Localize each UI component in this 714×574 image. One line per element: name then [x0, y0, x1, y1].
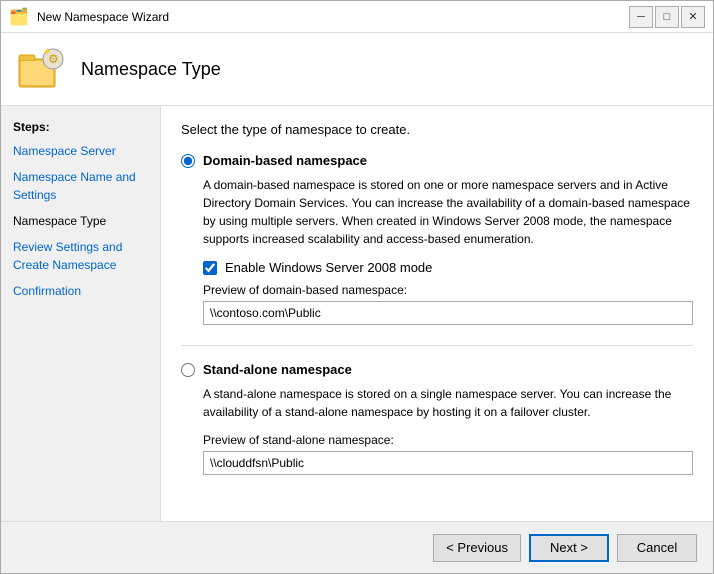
standalone-preview-label: Preview of stand-alone namespace: [203, 433, 693, 447]
instruction-text: Select the type of namespace to create. [181, 122, 693, 137]
domain-option-group: Domain-based namespace A domain-based na… [181, 153, 693, 325]
wizard-icon: ⚙ ✦ [17, 45, 65, 93]
sidebar-item-review-settings[interactable]: Review Settings and Create Namespace [1, 234, 160, 278]
minimize-button[interactable]: ─ [629, 6, 653, 28]
standalone-preview-input [203, 451, 693, 475]
standalone-radio-input[interactable] [181, 363, 195, 377]
standalone-option-label: Stand-alone namespace [203, 362, 352, 377]
sidebar-item-namespace-server[interactable]: Namespace Server [1, 138, 160, 164]
wizard-content: Steps: Namespace Server Namespace Name a… [1, 106, 713, 521]
domain-option-description: A domain-based namespace is stored on on… [203, 176, 693, 248]
wizard-header: ⚙ ✦ Namespace Type [1, 33, 713, 106]
sidebar-item-confirmation[interactable]: Confirmation [1, 278, 160, 304]
previous-button[interactable]: < Previous [433, 534, 521, 562]
domain-preview-label: Preview of domain-based namespace: [203, 283, 693, 297]
window-icon: 🗂️ [9, 7, 29, 27]
checkbox-row: Enable Windows Server 2008 mode [203, 260, 693, 275]
close-button[interactable]: ✕ [681, 6, 705, 28]
sidebar-item-namespace-name[interactable]: Namespace Name and Settings [1, 164, 160, 208]
svg-text:✦: ✦ [43, 47, 51, 58]
main-content: Select the type of namespace to create. … [161, 106, 713, 521]
domain-preview-input [203, 301, 693, 325]
maximize-button[interactable]: □ [655, 6, 679, 28]
title-bar-controls: ─ □ ✕ [629, 6, 705, 28]
domain-radio-input[interactable] [181, 154, 195, 168]
standalone-radio-label[interactable]: Stand-alone namespace [181, 362, 693, 377]
windows-2008-label[interactable]: Enable Windows Server 2008 mode [225, 260, 432, 275]
standalone-option-group: Stand-alone namespace A stand-alone name… [181, 362, 693, 475]
title-bar: 🗂️ New Namespace Wizard ─ □ ✕ [1, 1, 713, 33]
section-divider [181, 345, 693, 346]
sidebar: Steps: Namespace Server Namespace Name a… [1, 106, 161, 521]
domain-radio-label[interactable]: Domain-based namespace [181, 153, 693, 168]
windows-2008-checkbox[interactable] [203, 261, 217, 275]
cancel-button[interactable]: Cancel [617, 534, 697, 562]
domain-option-label: Domain-based namespace [203, 153, 367, 168]
page-title: Namespace Type [81, 59, 221, 80]
sidebar-item-namespace-type: Namespace Type [1, 208, 160, 234]
next-button[interactable]: Next > [529, 534, 609, 562]
wizard-footer: < Previous Next > Cancel [1, 521, 713, 573]
wizard-window: 🗂️ New Namespace Wizard ─ □ ✕ ⚙ ✦ Namesp… [0, 0, 714, 574]
standalone-option-description: A stand-alone namespace is stored on a s… [203, 385, 693, 421]
steps-label: Steps: [1, 116, 160, 138]
window-title: New Namespace Wizard [37, 10, 621, 24]
